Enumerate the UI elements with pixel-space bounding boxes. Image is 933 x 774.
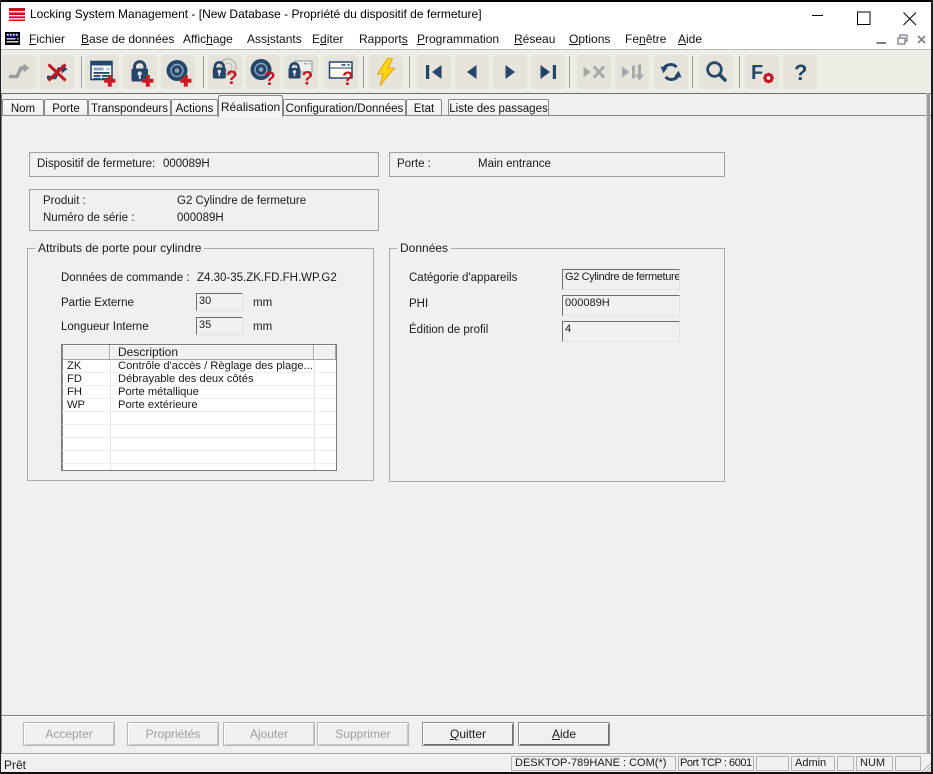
svg-text:?: ? [794, 60, 807, 85]
svg-text:?: ? [226, 68, 238, 89]
svg-text:?: ? [302, 69, 314, 90]
svg-text:?: ? [264, 69, 276, 89]
svg-text:?: ? [342, 69, 354, 89]
svg-text:F: F [751, 62, 763, 84]
